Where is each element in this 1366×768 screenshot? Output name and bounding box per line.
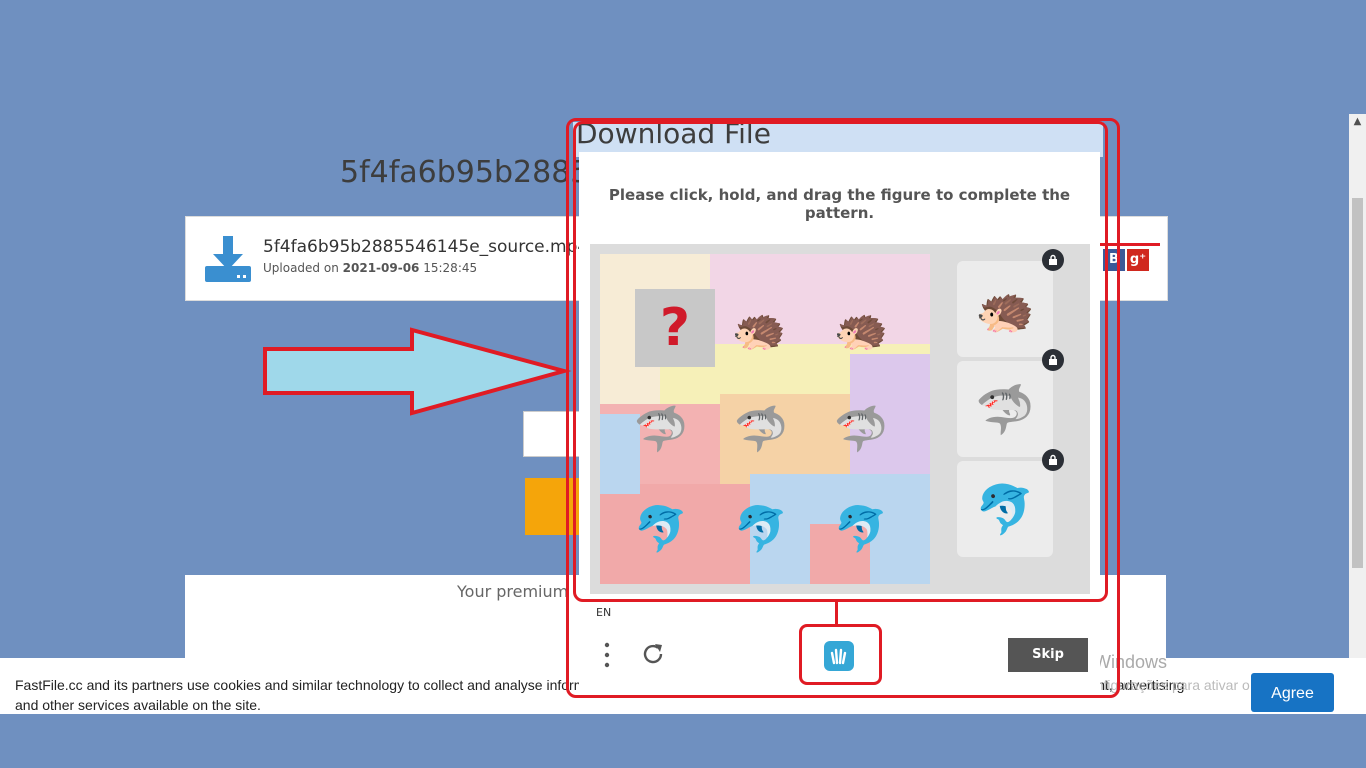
download-icon bbox=[205, 236, 251, 282]
scroll-up-arrow-icon[interactable]: ▲ bbox=[1349, 114, 1366, 130]
scrollbar-thumb[interactable] bbox=[1352, 198, 1363, 568]
annotation-outline-puzzle bbox=[573, 121, 1108, 602]
page-scrollbar[interactable]: ▲ bbox=[1349, 114, 1366, 714]
agree-button[interactable]: Agree bbox=[1251, 673, 1334, 712]
upload-date: Uploaded on 2021-09-06 15:28:45 bbox=[263, 261, 477, 275]
premium-text: Your premium bbox=[457, 582, 569, 601]
page-title: 5f4fa6b95b2885 bbox=[340, 155, 590, 190]
google-plus-share-button[interactable]: g⁺ bbox=[1127, 249, 1149, 271]
upload-time: 15:28:45 bbox=[423, 261, 478, 275]
upload-prefix: Uploaded on bbox=[263, 261, 339, 275]
annotation-line bbox=[1100, 243, 1160, 246]
file-name: 5f4fa6b95b2885546145e_source.mp4 bbox=[263, 237, 589, 257]
upload-day: 2021-09-06 bbox=[342, 261, 420, 275]
annotation-outline-logo bbox=[799, 624, 882, 685]
annotation-arrow bbox=[263, 327, 572, 416]
annotation-connector bbox=[835, 602, 838, 624]
